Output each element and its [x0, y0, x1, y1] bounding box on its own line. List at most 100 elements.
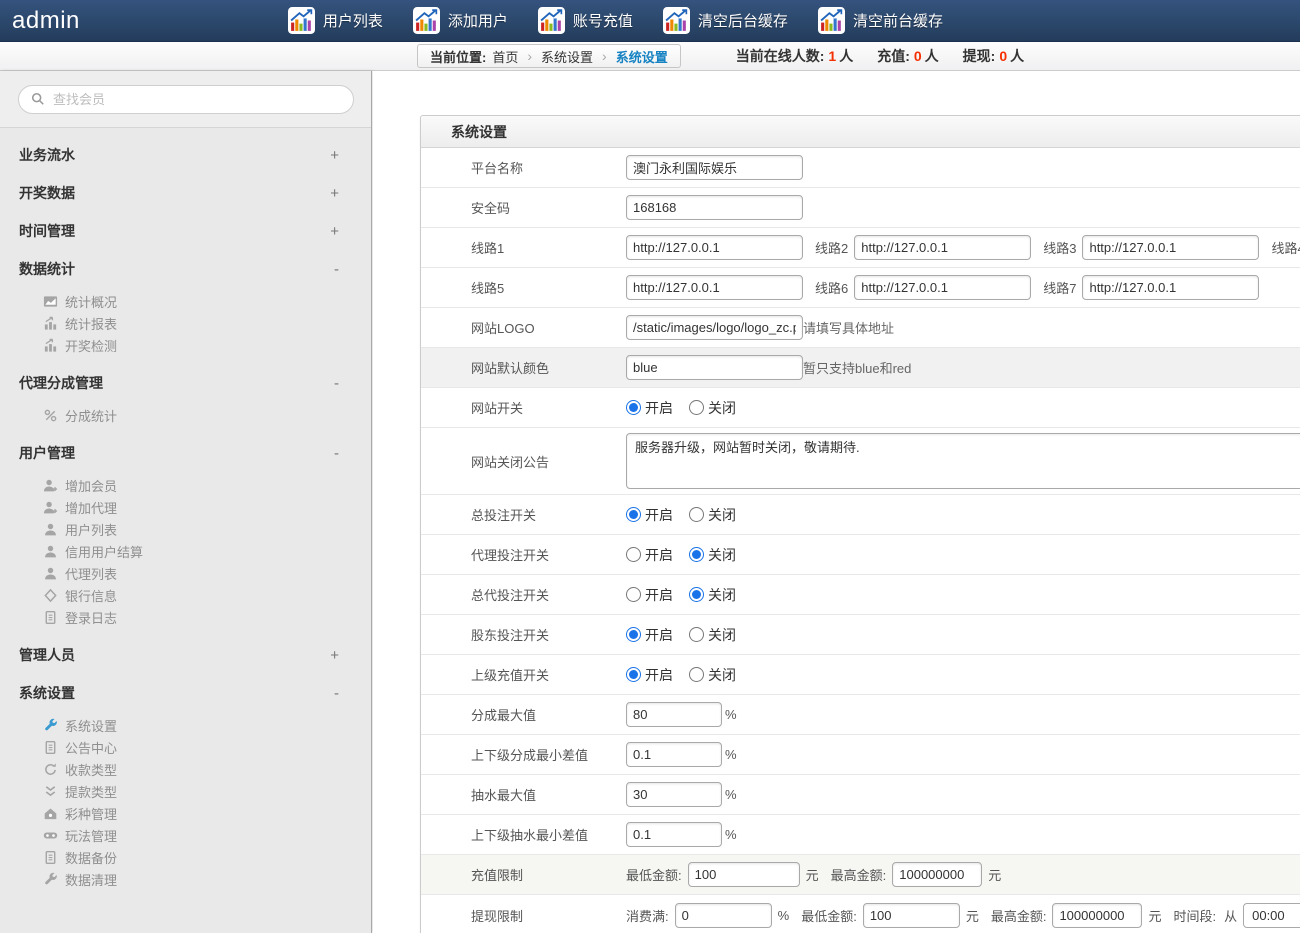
sidebar-item-stats-overview[interactable]: 统计概况: [0, 290, 371, 312]
member-search-box[interactable]: [18, 85, 354, 114]
withdraw-max-input[interactable]: [1052, 903, 1142, 928]
topnav-add-user[interactable]: 添加用户: [413, 7, 508, 34]
shareholder-bet-off-radio[interactable]: [689, 627, 704, 642]
breadcrumb-system-settings[interactable]: 系统设置: [541, 47, 593, 66]
sidebar-item-stats-report[interactable]: 统计报表: [0, 312, 371, 334]
sidebar-section-data-statistics[interactable]: 数据统计 -: [0, 250, 371, 288]
percent-unit: %: [778, 908, 790, 923]
rake-min-diff-input[interactable]: [626, 822, 722, 847]
withdraw-time-from-input[interactable]: 00:00: [1243, 903, 1300, 928]
field-label: 上下级抽水最小差值: [471, 825, 626, 844]
sidebar-item-login-log[interactable]: 登录日志: [0, 606, 371, 628]
app-logo: admin: [12, 7, 80, 35]
shareholder-bet-on-radio[interactable]: [626, 627, 641, 642]
field-label: 网站开关: [471, 398, 626, 417]
sidebar-item-add-member[interactable]: 增加会员: [0, 474, 371, 496]
total-bet-radio-group: 开启 关闭: [626, 505, 752, 525]
gamepad-icon: [43, 828, 58, 843]
field-label: 股东投注开关: [471, 625, 626, 644]
sidebar: 业务流水 + 开奖数据 + 时间管理 + 数据统计 - 统计概况 统计报表: [0, 71, 372, 933]
sidebar-section-user-management[interactable]: 用户管理 -: [0, 434, 371, 472]
submenu-agent-share: 分成统计: [0, 402, 371, 434]
submenu-data-statistics: 统计概况 统计报表 开奖检测: [0, 288, 371, 364]
sidebar-item-add-agent[interactable]: 增加代理: [0, 496, 371, 518]
stat-withdraw-count: 提现:0人: [963, 46, 1024, 66]
agent-bet-on-radio[interactable]: [626, 547, 641, 562]
time-range-label: 时间段:: [1173, 906, 1216, 925]
recharge-max-input[interactable]: [892, 862, 982, 887]
sidebar-section-agent-share[interactable]: 代理分成管理 -: [0, 364, 371, 402]
sidebar-section-lottery-data[interactable]: 开奖数据 +: [0, 174, 371, 212]
expand-icon: +: [330, 647, 339, 664]
rake-max-input[interactable]: [626, 782, 722, 807]
sidebar-item-withdraw-type[interactable]: 提款类型: [0, 780, 371, 802]
withdraw-consume-input[interactable]: [675, 903, 772, 928]
sidebar-item-lottery-type-management[interactable]: 彩种管理: [0, 802, 371, 824]
sidebar-item-agent-list[interactable]: 代理列表: [0, 562, 371, 584]
topnav-label: 清空后台缓存: [698, 10, 788, 31]
general-agent-bet-off-radio[interactable]: [689, 587, 704, 602]
close-notice-textarea[interactable]: 服务器升级，网站暂时关闭，敬请期待.: [626, 433, 1300, 489]
topnav-account-recharge[interactable]: 账号充值: [538, 7, 633, 34]
line6-input[interactable]: [854, 275, 1031, 300]
sidebar-item-draw-check[interactable]: 开奖检测: [0, 334, 371, 356]
sidebar-item-bank-info[interactable]: 银行信息: [0, 584, 371, 606]
form-row-rake-min-diff: 上下级抽水最小差值 %: [421, 815, 1300, 855]
general-agent-bet-on-radio[interactable]: [626, 587, 641, 602]
line2-input[interactable]: [854, 235, 1031, 260]
breadcrumb-home[interactable]: 首页: [492, 47, 518, 66]
line5-input[interactable]: [626, 275, 803, 300]
site-logo-input[interactable]: [626, 315, 803, 340]
member-search-input[interactable]: [53, 92, 333, 107]
chevron-right-icon: ›: [602, 48, 607, 64]
recharge-min-input[interactable]: [688, 862, 800, 887]
breadcrumb-current[interactable]: 系统设置: [616, 47, 668, 66]
topnav-clear-frontend-cache[interactable]: 清空前台缓存: [818, 7, 943, 34]
user-add-icon: [43, 500, 58, 515]
site-switch-off-radio[interactable]: [689, 400, 704, 415]
document-icon: [43, 850, 58, 865]
upper-recharge-on-radio[interactable]: [626, 667, 641, 682]
collapse-icon: -: [334, 261, 339, 278]
sidebar-section-time-management[interactable]: 时间管理 +: [0, 212, 371, 250]
form-row-site-switch: 网站开关 开启 关闭: [421, 388, 1300, 428]
share-max-input[interactable]: [626, 702, 722, 727]
user-add-icon: [43, 478, 58, 493]
line3-input[interactable]: [1082, 235, 1259, 260]
line7-input[interactable]: [1082, 275, 1259, 300]
percent-unit: %: [725, 787, 737, 802]
member-search-wrap: [0, 71, 371, 128]
withdraw-min-input[interactable]: [863, 903, 960, 928]
field-label: 线路7: [1043, 278, 1076, 297]
topnav-clear-backend-cache[interactable]: 清空后台缓存: [663, 7, 788, 34]
topnav-user-list[interactable]: 用户列表: [288, 7, 383, 34]
form-row-close-notice: 网站关闭公告 服务器升级，网站暂时关闭，敬请期待.: [421, 428, 1300, 495]
sidebar-section-system-settings[interactable]: 系统设置 -: [0, 674, 371, 712]
sidebar-item-payment-type[interactable]: 收款类型: [0, 758, 371, 780]
form-row-withdraw-limit: 提现限制 消费满: % 最低金额: 元 最高金额: 元 时间段: 从 00:00: [421, 895, 1300, 933]
sidebar-section-business-flow[interactable]: 业务流水 +: [0, 136, 371, 174]
sidebar-item-share-stats[interactable]: 分成统计: [0, 404, 371, 426]
default-color-input[interactable]: [626, 355, 803, 380]
security-code-input[interactable]: [626, 195, 803, 220]
field-label: 代理投注开关: [471, 545, 626, 564]
share-min-diff-input[interactable]: [626, 742, 722, 767]
sidebar-item-announcement-center[interactable]: 公告中心: [0, 736, 371, 758]
line1-input[interactable]: [626, 235, 803, 260]
site-switch-on-radio[interactable]: [626, 400, 641, 415]
sidebar-section-administrators[interactable]: 管理人员 +: [0, 636, 371, 674]
form-row-upper-recharge-switch: 上级充值开关 开启 关闭: [421, 655, 1300, 695]
sidebar-item-data-backup[interactable]: 数据备份: [0, 846, 371, 868]
radio-label: 关闭: [708, 625, 736, 645]
platform-name-input[interactable]: [626, 155, 803, 180]
sidebar-item-system-settings[interactable]: 系统设置: [0, 714, 371, 736]
agent-bet-off-radio[interactable]: [689, 547, 704, 562]
sidebar-item-play-management[interactable]: 玩法管理: [0, 824, 371, 846]
total-bet-off-radio[interactable]: [689, 507, 704, 522]
total-bet-on-radio[interactable]: [626, 507, 641, 522]
upper-recharge-off-radio[interactable]: [689, 667, 704, 682]
collapse-icon: -: [334, 445, 339, 462]
sidebar-item-user-list[interactable]: 用户列表: [0, 518, 371, 540]
sidebar-item-credit-settlement[interactable]: 信用用户结算: [0, 540, 371, 562]
sidebar-item-data-cleanup[interactable]: 数据清理: [0, 868, 371, 890]
